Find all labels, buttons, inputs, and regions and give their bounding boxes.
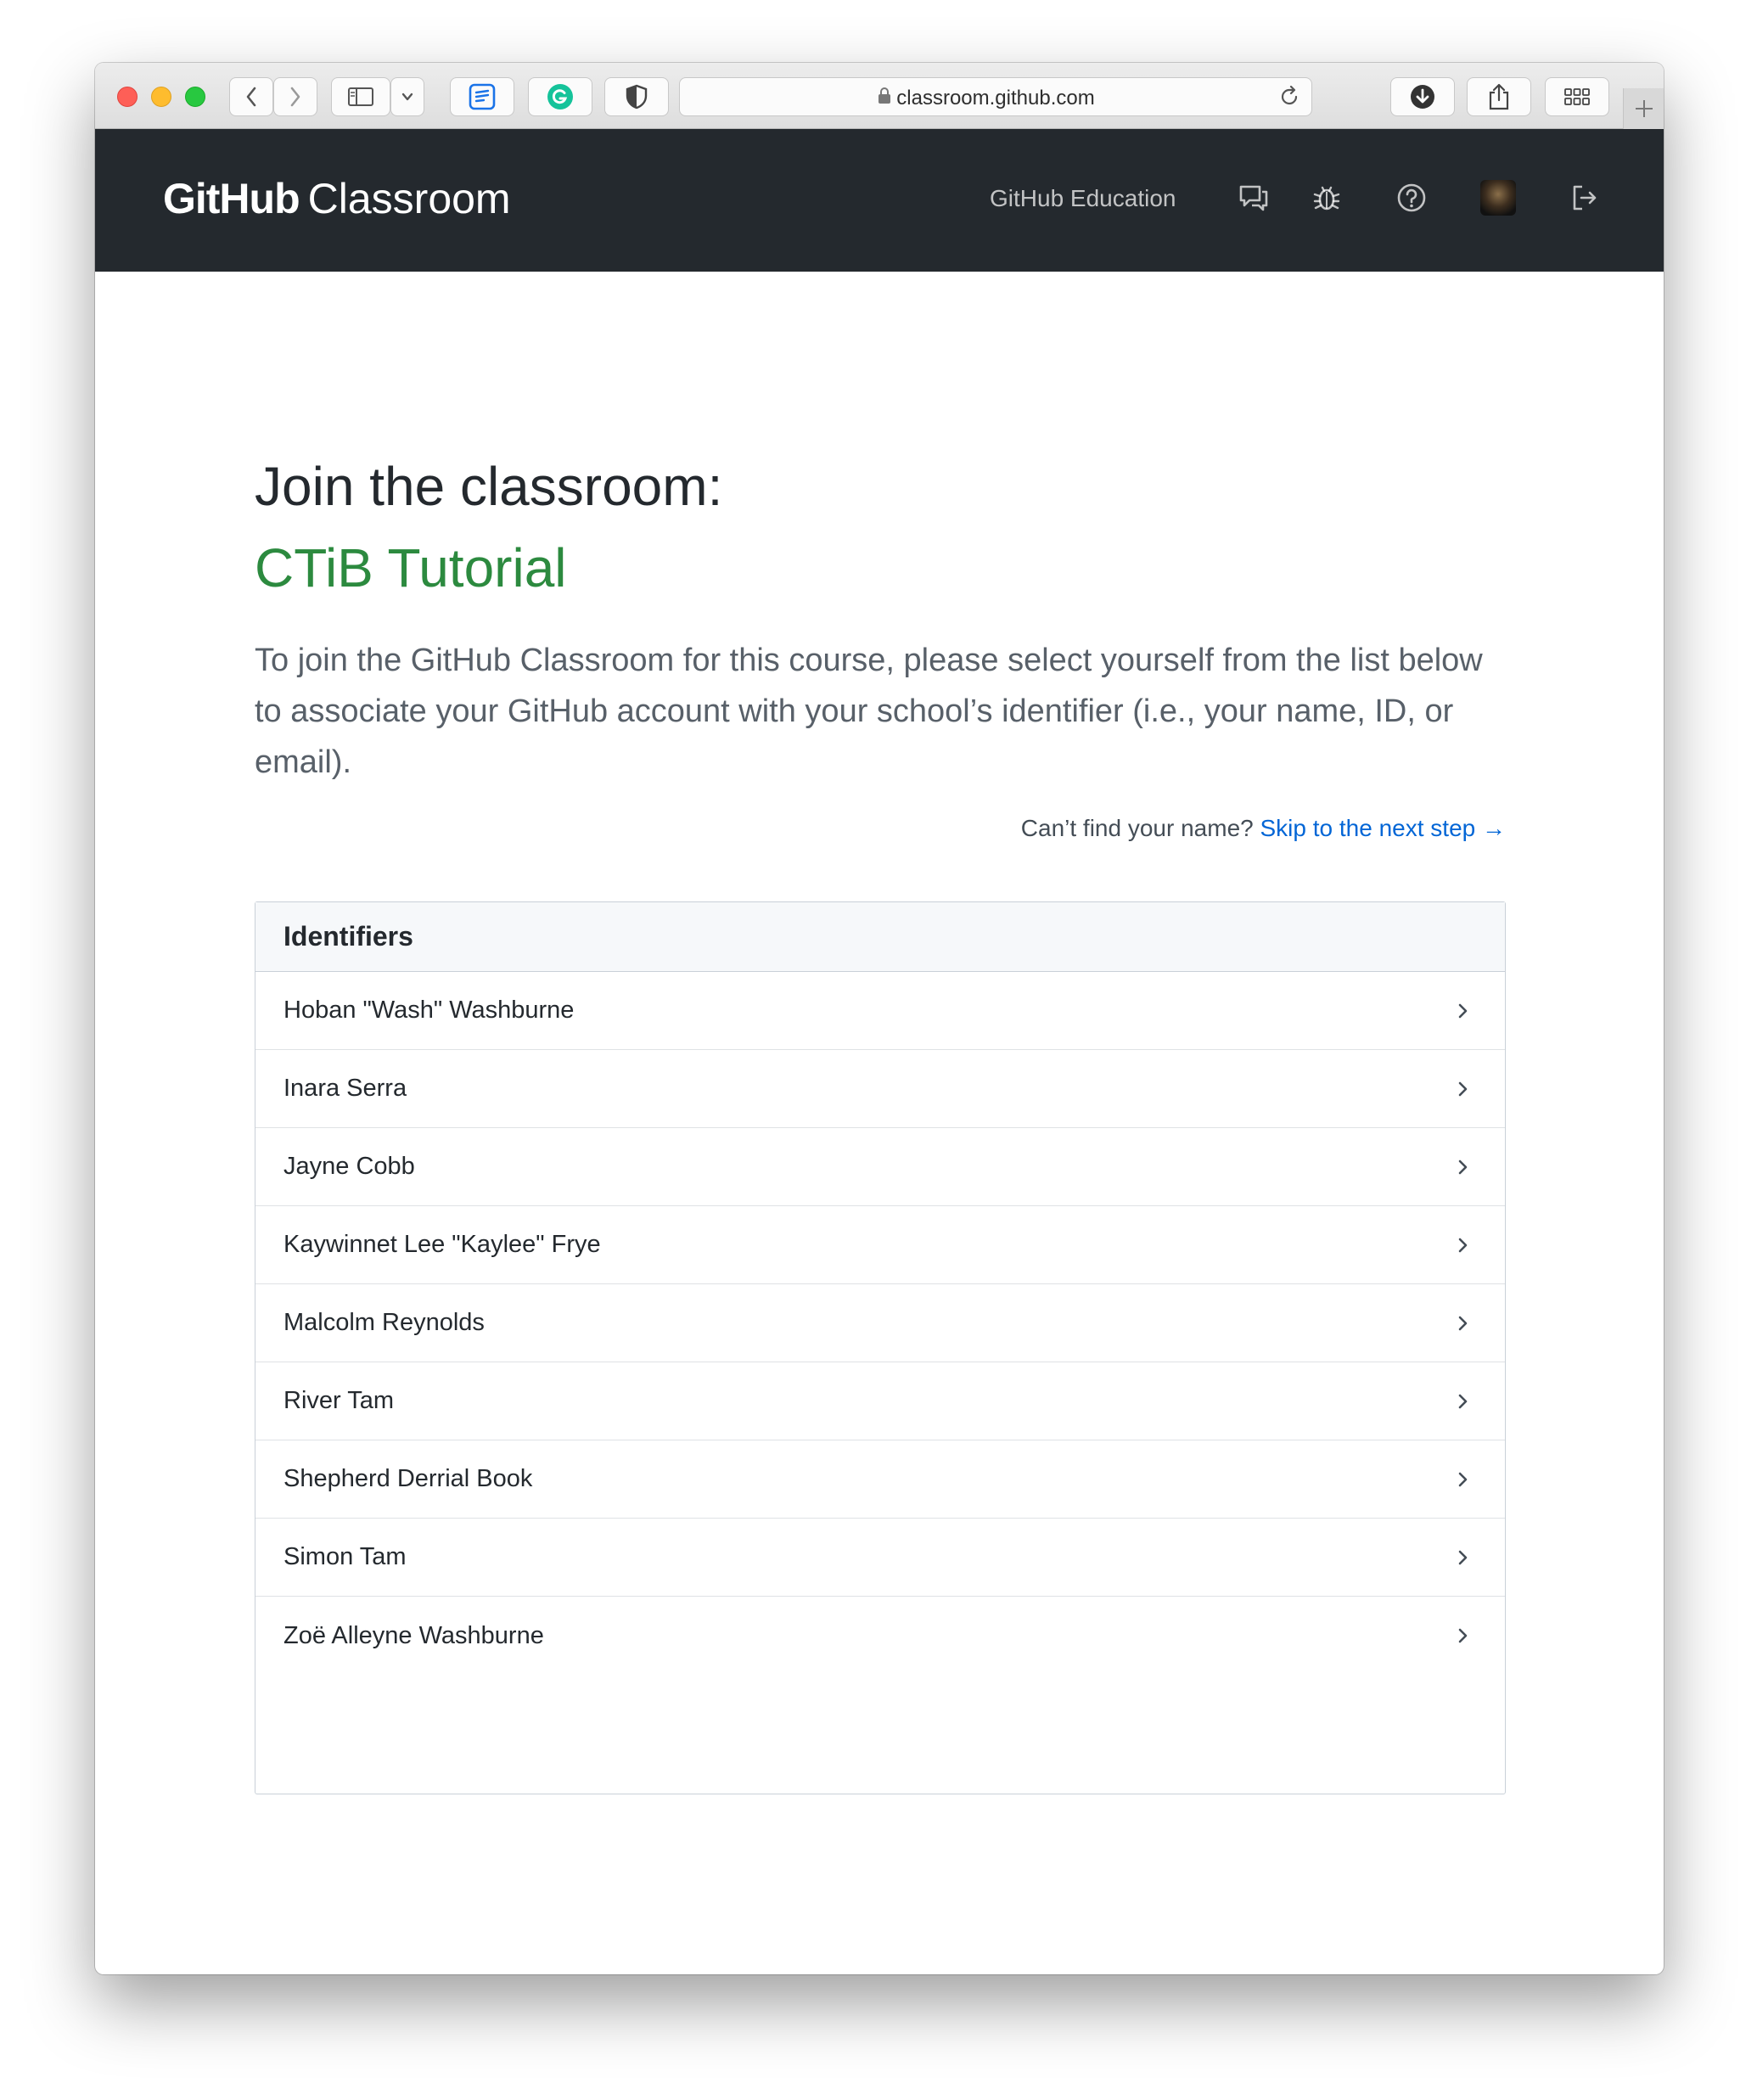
new-tab-button[interactable]	[1623, 88, 1664, 129]
chevron-down-icon	[401, 93, 413, 101]
identifier-row[interactable]: Hoban "Wash" Washburne	[255, 972, 1505, 1050]
identifier-row[interactable]: Zoë Alleyne Washburne	[255, 1597, 1505, 1675]
instructions-text: To join the GitHub Classroom for this co…	[255, 643, 1483, 780]
chevron-right-icon	[1458, 1316, 1468, 1330]
browser-window: classroom.github.com GitHub Classroom Git…	[95, 63, 1664, 1974]
minimize-window-button[interactable]	[151, 87, 171, 107]
identifier-row[interactable]: River Tam	[255, 1362, 1505, 1440]
chevron-right-icon	[1458, 1003, 1468, 1018]
url-text: classroom.github.com	[896, 87, 1095, 109]
course-title: CTiB Tutorial	[255, 537, 567, 598]
notes-extension-icon	[469, 83, 496, 110]
identifier-name: Shepherd Derrial Book	[283, 1465, 533, 1492]
chevron-right-icon	[1458, 1394, 1468, 1408]
grammarly-button[interactable]	[528, 77, 592, 116]
user-avatar[interactable]	[1480, 180, 1516, 216]
sidebar-icon	[348, 87, 373, 106]
share-button[interactable]	[1467, 77, 1531, 116]
discussion-icon[interactable]	[1238, 182, 1270, 214]
logo-github-text: GitHub	[163, 175, 300, 222]
logo-classroom-text: Classroom	[307, 175, 511, 222]
chevron-right-icon	[1458, 1628, 1468, 1643]
sidebar-toggle-button[interactable]	[331, 77, 390, 116]
cant-find-text: Can’t find your name?	[1020, 815, 1254, 841]
grammarly-icon	[547, 84, 573, 109]
identifier-row[interactable]: Simon Tam	[255, 1519, 1505, 1597]
bug-icon[interactable]	[1311, 182, 1343, 214]
identifier-row[interactable]: Shepherd Derrial Book	[255, 1440, 1505, 1519]
skip-row: Can’t find your name? Skip to the next s…	[1021, 815, 1506, 842]
identifier-row[interactable]: Malcolm Reynolds	[255, 1284, 1505, 1362]
chevron-right-icon	[1458, 1238, 1468, 1252]
sign-out-icon[interactable]	[1569, 182, 1601, 214]
help-icon[interactable]	[1395, 182, 1428, 214]
tab-overview-button[interactable]	[1545, 77, 1609, 116]
github-classroom-logo[interactable]: GitHub Classroom	[163, 173, 511, 224]
skip-to-next-step-link[interactable]: Skip to the next step →	[1260, 815, 1507, 841]
identifiers-panel: Identifiers Hoban "Wash" Washburne Inara…	[255, 901, 1506, 1794]
identifier-name: Inara Serra	[283, 1075, 407, 1102]
browser-toolbar: classroom.github.com	[95, 63, 1664, 129]
identifier-name: Kaywinnet Lee "Kaylee" Frye	[283, 1231, 601, 1258]
tab-overview-icon	[1564, 88, 1590, 105]
chevron-right-icon	[1458, 1081, 1468, 1096]
identifier-name: Hoban "Wash" Washburne	[283, 997, 575, 1024]
forward-button[interactable]	[273, 77, 317, 116]
identifier-name: Jayne Cobb	[283, 1153, 415, 1180]
download-icon	[1411, 85, 1434, 109]
chevron-left-icon	[246, 87, 256, 107]
identifier-row[interactable]: Jayne Cobb	[255, 1128, 1505, 1206]
extension-button[interactable]	[450, 77, 514, 116]
downloads-button[interactable]	[1390, 77, 1455, 116]
chevron-right-icon	[290, 87, 300, 107]
site-header: GitHub Classroom GitHub Education	[95, 129, 1664, 272]
identifier-name: Simon Tam	[283, 1543, 407, 1570]
close-window-button[interactable]	[117, 87, 138, 107]
identifier-name: River Tam	[283, 1387, 394, 1414]
page-title: Join the classroom:	[255, 456, 723, 517]
share-icon	[1489, 83, 1509, 110]
reload-icon[interactable]	[1278, 86, 1300, 108]
identifiers-header: Identifiers	[255, 902, 1505, 972]
identifier-name: Malcolm Reynolds	[283, 1309, 485, 1336]
chevron-right-icon	[1458, 1472, 1468, 1486]
back-button[interactable]	[229, 77, 273, 116]
github-education-link[interactable]: GitHub Education	[990, 185, 1176, 212]
identifier-name: Zoë Alleyne Washburne	[283, 1621, 544, 1649]
shield-icon	[626, 84, 648, 109]
sidebar-menu-button[interactable]	[390, 77, 424, 116]
address-bar[interactable]: classroom.github.com	[679, 77, 1312, 116]
privacy-extension-button[interactable]	[604, 77, 669, 116]
chevron-right-icon	[1458, 1550, 1468, 1564]
identifier-row[interactable]: Inara Serra	[255, 1050, 1505, 1128]
zoom-window-button[interactable]	[185, 87, 205, 107]
chevron-right-icon	[1458, 1159, 1468, 1174]
plus-icon	[1635, 100, 1653, 117]
identifier-row[interactable]: Kaywinnet Lee "Kaylee" Frye	[255, 1206, 1505, 1284]
lock-icon	[878, 87, 890, 104]
